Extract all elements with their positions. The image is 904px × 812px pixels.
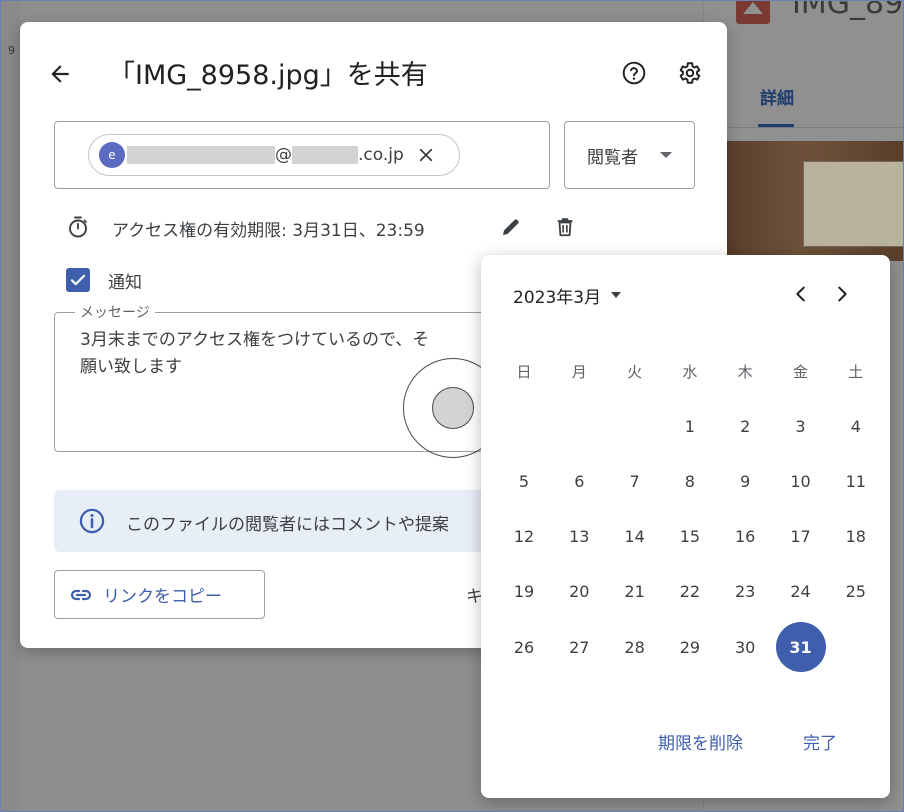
calendar-day[interactable]: 1: [665, 401, 715, 451]
clear-expiry-button[interactable]: 期限を削除: [658, 729, 743, 754]
redacted-email-part: [127, 146, 275, 164]
date-picker: 2023年3月 日月火水木金土 1 2 3 4 5 6 7 8 9 10 11 12 13 14 15 16 1…: [481, 255, 890, 798]
calendar-day[interactable]: 6: [554, 456, 604, 506]
caret-down-icon: [611, 292, 622, 298]
avatar: e: [99, 142, 125, 168]
month-year-dropdown[interactable]: 2023年3月: [513, 282, 622, 308]
calendar-day[interactable]: 26: [499, 622, 549, 672]
pencil-icon: [503, 219, 519, 235]
checkmark-icon: [70, 274, 86, 286]
tab-details[interactable]: 詳細: [760, 84, 794, 109]
weekday-label: 金: [792, 363, 808, 381]
calendar-day[interactable]: 3: [776, 401, 826, 451]
calendar-day[interactable]: 18: [831, 512, 881, 562]
weekday-label: 火: [627, 363, 643, 381]
calendar-day[interactable]: 9: [720, 456, 770, 506]
weekday-label: 水: [682, 363, 698, 381]
caret-down-icon: [660, 152, 672, 158]
calendar-day[interactable]: 13: [554, 512, 604, 562]
calendar-day[interactable]: 19: [499, 567, 549, 617]
weekday-label: 月: [571, 363, 587, 381]
previous-month-button[interactable]: [787, 280, 815, 308]
copy-link-label: リンクをコピー: [103, 587, 222, 607]
close-icon: [419, 148, 432, 162]
calendar-day[interactable]: 30: [720, 622, 770, 672]
recipient-chip[interactable]: e @ .co.jp: [88, 134, 460, 176]
settings-button[interactable]: [672, 56, 706, 90]
back-arrow-icon: [51, 65, 69, 83]
details-divider: [703, 127, 904, 128]
calendar-day[interactable]: 2: [720, 401, 770, 451]
calendar-day[interactable]: 27: [554, 622, 604, 672]
access-expiry-text: アクセス権の有効期限: 3月31日、23:59: [112, 221, 425, 241]
done-button[interactable]: 完了: [803, 729, 837, 754]
dialog-title: 「IMG_8958.jpg」を共有: [108, 60, 428, 91]
chip-email-at: @: [275, 145, 292, 165]
calendar-day[interactable]: 15: [665, 512, 715, 562]
calendar-day[interactable]: 24: [776, 567, 826, 617]
chevron-left-icon: [796, 286, 805, 302]
calendar-day[interactable]: 5: [499, 456, 549, 506]
access-expiry-row: アクセス権の有効期限: 3月31日、23:59: [66, 212, 586, 242]
touch-indicator-dot: [432, 387, 474, 429]
next-month-button[interactable]: [828, 280, 856, 308]
info-text: このファイルの閲覧者にはコメントや提案: [126, 515, 449, 535]
calendar-day[interactable]: 17: [776, 512, 826, 562]
calendar-day[interactable]: 28: [610, 622, 660, 672]
info-icon: [79, 508, 105, 534]
details-file-name: IMG_89: [792, 0, 904, 21]
delete-expiry-button[interactable]: [550, 212, 580, 242]
back-button[interactable]: [42, 56, 78, 92]
link-icon: [70, 589, 92, 600]
timer-icon: [69, 216, 87, 238]
weekday-label: 土: [848, 363, 864, 381]
calendar-day[interactable]: 7: [610, 456, 660, 506]
month-year-label: 2023年3月: [513, 287, 602, 308]
calendar-day[interactable]: 25: [831, 567, 881, 617]
background-left-number: 9: [8, 44, 15, 57]
help-icon: [622, 61, 646, 85]
file-preview-thumbnail: [727, 141, 904, 261]
calendar-day[interactable]: 16: [720, 512, 770, 562]
calendar-day[interactable]: 4: [831, 401, 881, 451]
weekday-label: 日: [516, 363, 532, 381]
role-dropdown[interactable]: 閲覧者: [564, 121, 695, 189]
add-people-input[interactable]: e @ .co.jp: [54, 121, 550, 189]
role-selected-value: 閲覧者: [587, 147, 638, 168]
notify-label: 通知: [108, 273, 142, 293]
background-left-strip: 9: [0, 0, 20, 812]
message-label: メッセージ: [75, 302, 155, 322]
help-button[interactable]: [617, 56, 651, 90]
preview-map-image: [803, 161, 904, 247]
chevron-right-icon: [838, 286, 847, 302]
weekday-label: 木: [737, 363, 753, 381]
calendar-day[interactable]: 8: [665, 456, 715, 506]
remove-recipient-button[interactable]: [416, 145, 436, 165]
calendar-day[interactable]: 23: [720, 567, 770, 617]
gear-icon: [679, 62, 701, 84]
calendar-day[interactable]: 12: [499, 512, 549, 562]
notify-row: 通知: [66, 266, 266, 294]
chip-email-domain: .co.jp: [358, 145, 404, 165]
image-file-icon: [736, 0, 770, 24]
notify-checkbox[interactable]: [66, 268, 90, 292]
redacted-email-part: [292, 146, 358, 164]
calendar-day[interactable]: 22: [665, 567, 715, 617]
trash-icon: [557, 218, 573, 237]
calendar-day[interactable]: 10: [776, 456, 826, 506]
calendar-day[interactable]: 14: [610, 512, 660, 562]
calendar-day[interactable]: 21: [610, 567, 660, 617]
copy-link-button[interactable]: リンクをコピー: [54, 570, 265, 619]
calendar-day[interactable]: 11: [831, 456, 881, 506]
calendar-day[interactable]: 29: [665, 622, 715, 672]
calendar-day[interactable]: 20: [554, 567, 604, 617]
link-icon-wrap: [69, 583, 93, 607]
calendar-day-selected[interactable]: 31: [775, 622, 826, 673]
edit-expiry-button[interactable]: [496, 212, 526, 242]
